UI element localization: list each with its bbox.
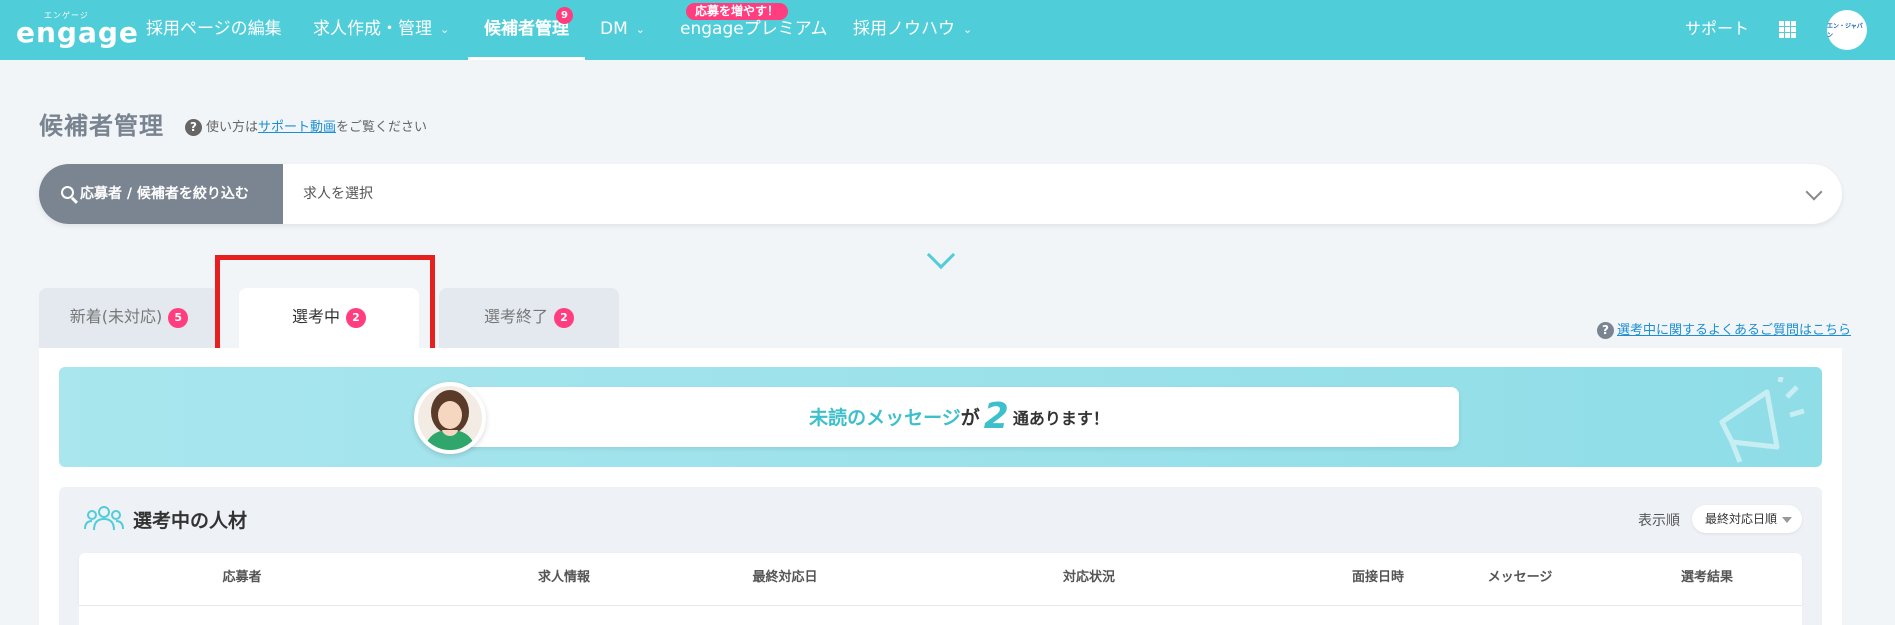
sort-label: 表示順	[1638, 513, 1680, 529]
question-icon: ?	[185, 119, 202, 136]
dropdown-triangle-icon	[1782, 517, 1792, 523]
chevron-down-icon[interactable]	[1805, 183, 1823, 201]
chevron-down-icon: ⌄	[440, 23, 450, 36]
unread-message-card[interactable]: 未読のメッセージが 2 通あります！	[459, 387, 1459, 447]
nav-item-label: 候補者管理	[484, 19, 569, 39]
nav-item-premium[interactable]: engageプレミアム	[680, 0, 828, 60]
sort-order-select[interactable]: 最終対応日順	[1692, 505, 1802, 533]
tab-label: 選考終了	[483, 307, 548, 326]
search-icon	[61, 186, 74, 199]
filter-candidates-button[interactable]: 応募者 / 候補者を絞り込む	[39, 164, 283, 224]
assistant-avatar	[414, 382, 486, 454]
candidates-table-body	[79, 606, 1802, 625]
candidates-table-header: 応募者 求人情報 最終対応日 対応状況 面接日時 メッセージ 選考結果	[79, 553, 1802, 605]
section-title: 選考中の人材	[133, 510, 248, 532]
nav-item-label: 求人作成・管理	[313, 19, 432, 39]
unread-message-banner[interactable]: 未読のメッセージが 2 通あります！	[59, 367, 1822, 467]
column-header-applicant: 応募者	[222, 570, 262, 585]
logo-text: engage	[16, 16, 139, 49]
question-icon: ?	[1597, 322, 1614, 339]
column-header-status: 対応状況	[1062, 570, 1116, 585]
chevron-down-icon: ⌄	[635, 23, 645, 36]
column-header-last-action-date: 最終対応日	[752, 570, 818, 585]
nav-item-label: engageプレミアム	[680, 19, 828, 39]
candidate-filter-bar: 応募者 / 候補者を絞り込む 求人を選択	[39, 164, 1842, 224]
people-icon	[84, 506, 124, 531]
unread-count: 2	[983, 396, 1009, 437]
nav-item-job-management[interactable]: 求人作成・管理 ⌄	[313, 0, 449, 60]
tab-selection-ended[interactable]: 選考終了 2	[439, 288, 619, 348]
column-header-result: 選考結果	[1680, 570, 1734, 585]
column-header-job-info: 求人情報	[537, 570, 591, 585]
column-header-interview-date: 面接日時	[1351, 570, 1405, 585]
nav-item-label: DM	[600, 19, 628, 39]
nav-item-career-page-edit[interactable]: 採用ページの編集	[146, 0, 282, 60]
faq-link[interactable]: ? 選考中に関するよくあるご質問はこちら	[1597, 319, 1851, 339]
nav-item-label: 採用ページの編集	[146, 19, 282, 39]
support-video-link[interactable]: サポート動画	[258, 120, 336, 135]
job-select-dropdown[interactable]: 求人を選択	[303, 164, 373, 224]
account-avatar[interactable]: エン・ジャパン	[1827, 10, 1867, 50]
column-header-message: メッセージ	[1487, 570, 1553, 585]
help-text: ? 使い方はサポート動画をご覧ください	[185, 116, 427, 136]
megaphone-icon	[1719, 377, 1805, 463]
account-logo-text: エン・ジャパン	[1827, 23, 1863, 39]
tab-count-badge: 5	[168, 308, 189, 328]
person-photo-icon	[418, 386, 482, 450]
tab-count-badge: 2	[554, 308, 574, 328]
tab-label: 新着(未対応)	[69, 307, 163, 326]
support-link[interactable]: サポート	[1685, 0, 1749, 58]
page-title: 候補者管理	[39, 112, 164, 140]
top-navigation-bar: エンゲージ engage 採用ページの編集 求人作成・管理 ⌄ 候補者管理 9 D…	[0, 0, 1895, 60]
nav-notification-badge: 9	[556, 7, 573, 24]
app-grid-icon[interactable]	[1779, 21, 1796, 38]
chevron-down-icon: ⌄	[963, 23, 973, 36]
nav-item-dm[interactable]: DM ⌄	[600, 0, 645, 60]
expand-chevron-icon[interactable]	[926, 240, 956, 270]
nav-item-label: 採用ノウハウ	[853, 19, 955, 39]
nav-item-recruiting-knowhow[interactable]: 採用ノウハウ ⌄	[853, 0, 972, 60]
tab-new-unhandled[interactable]: 新着(未対応) 5	[39, 288, 219, 348]
